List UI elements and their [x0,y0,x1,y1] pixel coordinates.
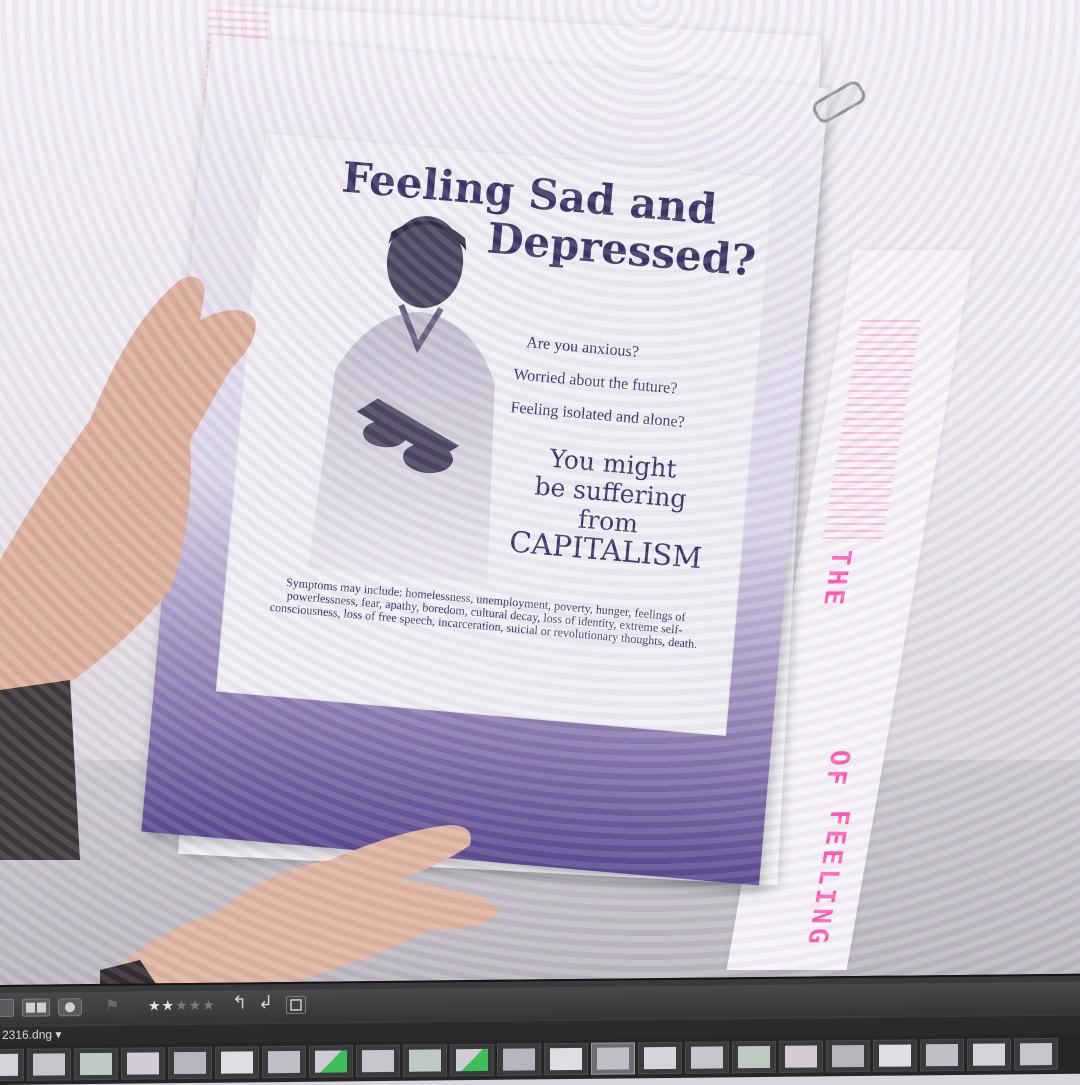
survey-view-button[interactable] [58,998,82,1017]
filmstrip-thumbnail[interactable] [356,1044,400,1078]
filmstrip-thumbnail[interactable] [544,1042,588,1076]
filmstrip-thumbnail[interactable] [262,1045,306,1079]
filmstrip-thumbnail[interactable] [309,1045,353,1078]
right-hand [100,825,500,985]
thumbnail-image [127,1052,159,1075]
thumbnail-image [926,1043,958,1067]
filmstrip-thumbnail[interactable] [215,1046,259,1079]
filmstrip-thumbnail[interactable] [920,1038,964,1072]
filmstrip-thumbnail[interactable] [403,1044,447,1077]
thumbnail-image [691,1046,723,1069]
thumbnail-image [785,1045,817,1068]
crop-button[interactable] [286,995,306,1015]
lightroom-panel: ⚑ ★★★★★ ↰ ↲ 2316.dng ▾ [0,973,1080,1085]
compare-view-button[interactable] [22,998,50,1017]
chevron-down-icon: ▾ [55,1027,62,1042]
thumbnail-image [315,1050,347,1073]
thumbnail-image [409,1049,441,1072]
poster-callout: You might be suffering from CAPITALISM [480,438,739,576]
compare-view-icon [26,1002,46,1013]
thumbnail-image [879,1044,911,1067]
filmstrip-thumbnail[interactable] [732,1040,776,1074]
rotate-left-icon[interactable]: ↰ [232,992,247,1013]
thumbnail-image [268,1050,300,1074]
filmstrip-thumbnail[interactable] [497,1043,541,1076]
thumbnail-image [33,1053,65,1076]
filmstrip-thumbnail[interactable] [27,1048,71,1081]
strip-text-3: FEELING [800,810,855,948]
filmstrip-thumbnail[interactable] [873,1039,917,1072]
grid-view-button[interactable] [0,998,14,1018]
thumbnail-image [644,1046,676,1070]
flag-icon[interactable]: ⚑ [105,996,119,1016]
left-hand [0,276,256,860]
filmstrip-thumbnail[interactable] [74,1047,118,1081]
filmstrip-thumbnail[interactable] [121,1047,165,1080]
poster-questions: Are you anxious? Worried about the futur… [509,325,767,445]
filmstrip-thumbnail[interactable] [685,1041,729,1074]
thumbnail-image [0,1053,18,1077]
filename-label: 2316.dng [2,1027,53,1042]
thumbnail-image [221,1051,253,1074]
filmstrip-thumbnail[interactable] [967,1038,1011,1071]
strip-text-1: THE [816,550,857,609]
thumbnail-image [503,1048,535,1071]
rating-stars-empty: ★★★ [175,996,216,1014]
filmstrip-thumbnail[interactable] [826,1039,870,1073]
thumbnail-image [80,1052,112,1076]
poster-symptoms: Symptoms may include: homelessness, unem… [269,575,698,652]
filmstrip-thumbnail[interactable] [1014,1037,1058,1071]
star-rating[interactable]: ★★★★★ [148,997,216,1015]
filmstrip-thumbnail[interactable] [0,1048,24,1082]
rating-stars-filled: ★★ [148,997,176,1014]
poster-panel: Feeling Sad and Depressed? Are you anxio… [215,131,775,737]
thumbnail-image [362,1049,394,1073]
filmstrip-thumbnail[interactable] [779,1040,823,1073]
thumbnail-image [550,1047,582,1071]
thumbnail-image [174,1051,206,1075]
thumbnail-image [973,1043,1005,1066]
thumbnail-image [597,1047,629,1070]
small-text-lines [822,320,922,540]
strip-text-2: OF [818,750,856,790]
photo-preview: THE OF FEELING Feeling Sad and Depressed… [0,0,1080,985]
thumbnail-image [1020,1042,1052,1066]
survey-view-icon [65,1002,75,1013]
crop-icon [290,999,302,1011]
filmstrip-thumbnail[interactable] [450,1043,494,1077]
thumbnail-image [456,1048,488,1072]
rotate-right-icon[interactable]: ↲ [258,992,273,1013]
thumbnail-image [738,1045,770,1069]
filmstrip-thumbnail[interactable] [638,1041,682,1075]
filmstrip-thumbnail[interactable] [168,1046,212,1080]
filename-dropdown[interactable]: 2316.dng ▾ [2,1027,61,1042]
filmstrip-thumbnail[interactable] [591,1042,635,1075]
thumbnail-image [832,1044,864,1068]
